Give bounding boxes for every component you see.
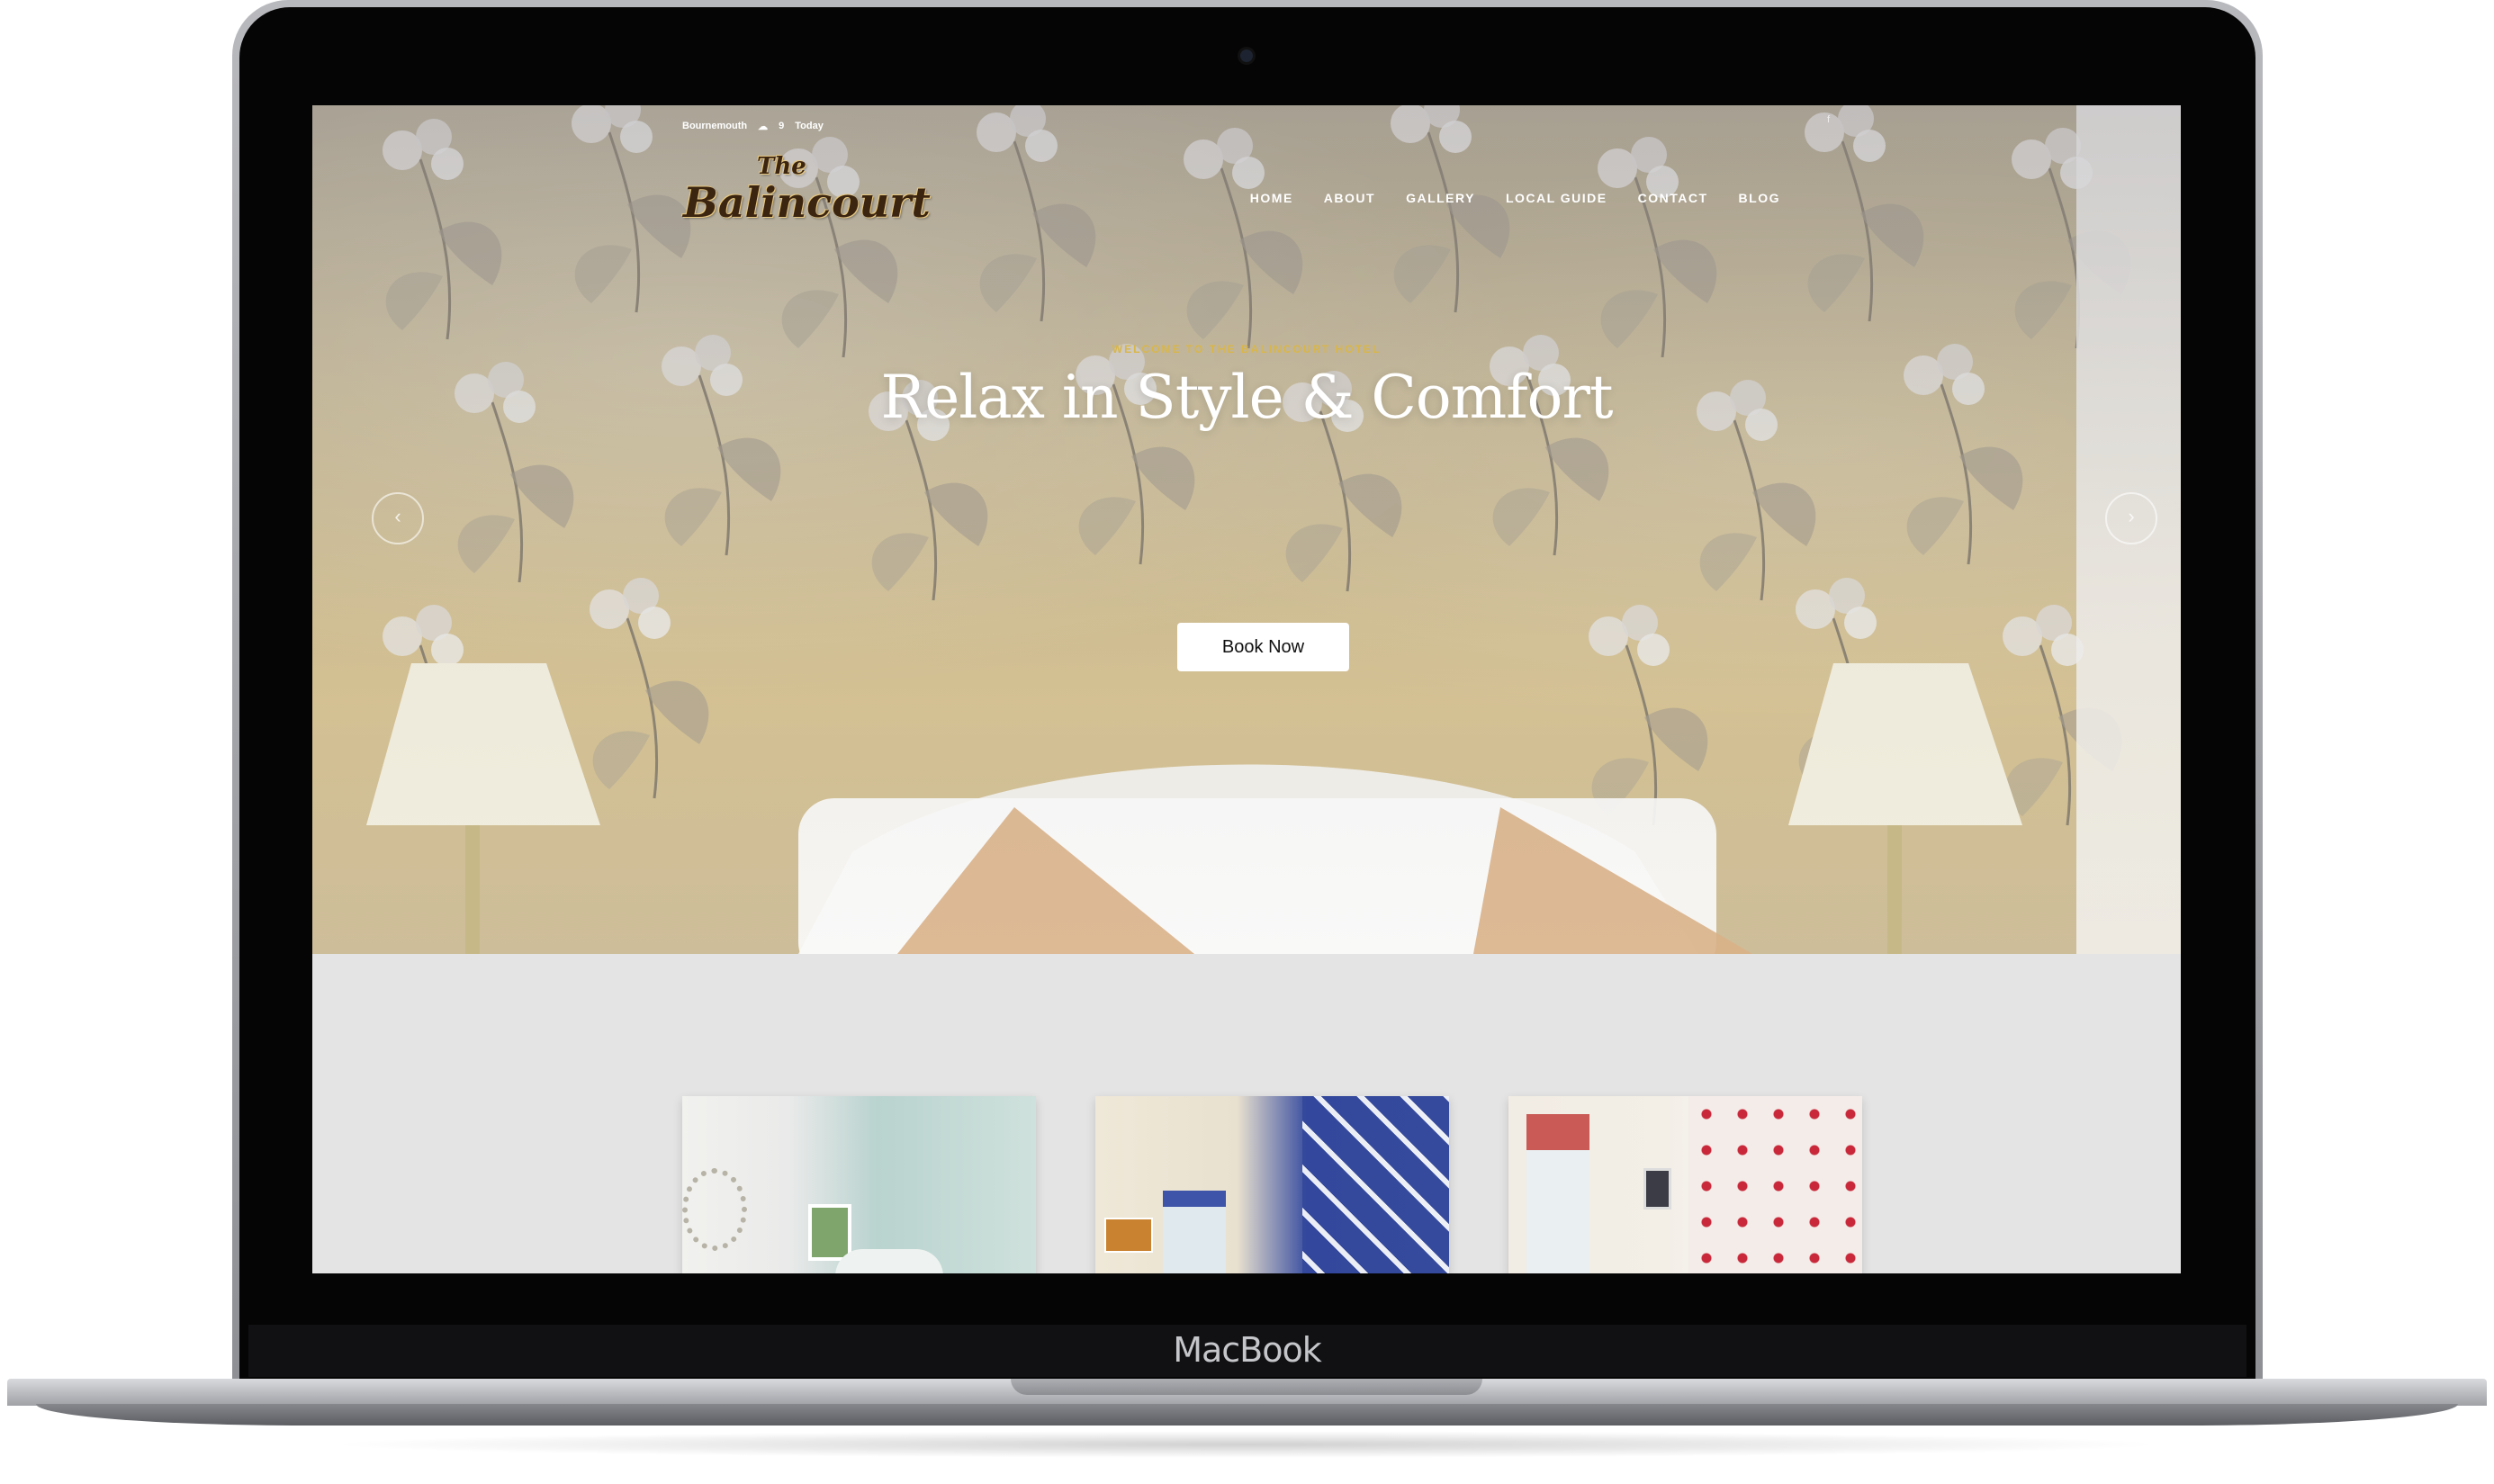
site-logo[interactable]: The Balincourt <box>683 155 931 227</box>
facebook-icon[interactable]: f <box>1827 114 1830 125</box>
room-thumbnail-teal[interactable] <box>682 1096 1036 1273</box>
location-label: Bournemouth <box>682 121 748 131</box>
window-decor <box>1526 1114 1589 1273</box>
hero-slider: Bournemouth ☁ 9 Today f The Balincourt H… <box>312 105 2181 954</box>
patterned-wall-decor <box>1302 1096 1449 1273</box>
nav-about[interactable]: ABOUT <box>1324 191 1375 205</box>
nav-blog[interactable]: BLOG <box>1739 191 1780 205</box>
window-decor <box>1163 1191 1226 1273</box>
room-thumbnail-blue[interactable] <box>1095 1096 1449 1273</box>
camera-icon <box>1240 49 1253 62</box>
laptop-hinge-notch <box>1011 1379 1482 1395</box>
hero-headline: Relax in Style & Comfort <box>880 363 1614 432</box>
slider-next-button[interactable]: › <box>2105 492 2157 544</box>
chevron-right-icon: › <box>2128 505 2135 527</box>
weather-bar: Bournemouth ☁ 9 Today <box>682 112 824 139</box>
nav-contact[interactable]: CONTACT <box>1638 191 1708 205</box>
laptop-screen: Bournemouth ☁ 9 Today f The Balincourt H… <box>312 105 2181 1273</box>
hero-eyebrow: WELCOME TO THE BALINCOURT HOTEL <box>1112 343 1382 355</box>
book-now-button[interactable]: Book Now <box>1177 623 1349 671</box>
mirror-decor <box>682 1168 747 1251</box>
nav-home[interactable]: HOME <box>1250 191 1293 205</box>
main-navigation: HOME ABOUT GALLERY LOCAL GUIDE CONTACT B… <box>1250 191 1780 205</box>
bed-decor <box>835 1249 943 1273</box>
temperature-label: 9 <box>779 121 785 131</box>
nav-local-guide[interactable]: LOCAL GUIDE <box>1506 191 1607 205</box>
floral-wall-decor <box>1688 1096 1862 1273</box>
macbook-label: MacBook <box>1173 1330 1322 1370</box>
slider-prev-button[interactable]: ‹ <box>372 492 424 544</box>
laptop-shadow <box>324 1431 2169 1458</box>
picture-decor <box>1643 1168 1671 1210</box>
room-thumbnail-red[interactable] <box>1508 1096 1862 1273</box>
hero-overlay <box>312 105 2181 954</box>
nav-gallery[interactable]: GALLERY <box>1406 191 1475 205</box>
artwork-decor <box>1104 1218 1153 1253</box>
cloud-icon: ☁ <box>758 121 769 132</box>
window-decor <box>808 1204 851 1261</box>
day-label: Today <box>795 121 824 131</box>
chevron-left-icon: ‹ <box>394 505 401 527</box>
laptop-base-edge <box>36 1404 2458 1426</box>
